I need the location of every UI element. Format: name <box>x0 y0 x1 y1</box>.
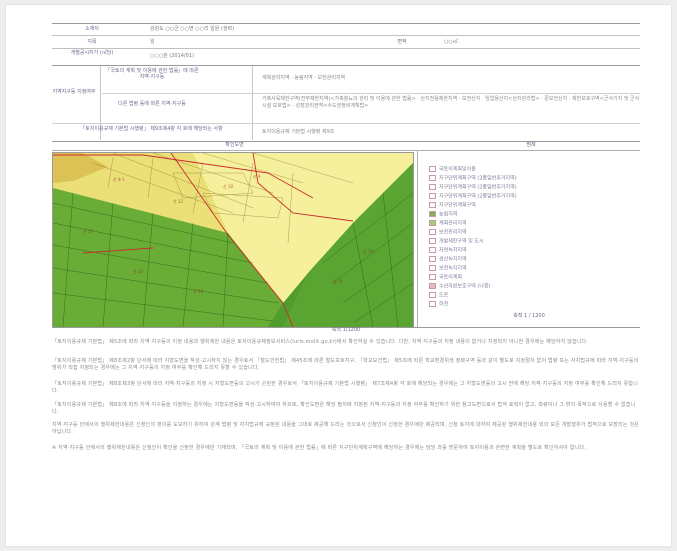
map-caption: 축척 1/1200 <box>331 327 361 333</box>
legend-title: 범례 <box>526 142 536 148</box>
enforcement-decree-label: 「토지이용규제 기본법 시행령」 제9조제4항 각 호에 해당되는 사항 <box>80 126 223 132</box>
legend-label: 자연녹지지역 <box>439 247 467 254</box>
other-law-zones-label: 다른 법령 등에 따른 지역·지구등 <box>118 101 186 107</box>
legend-label: 국토의계획 <box>439 274 463 281</box>
legend-item: 수산자원보호구역 (나중) <box>429 283 491 290</box>
note-paragraph: 지역·지구등 안에서의 행위제한내용은 신청인의 편의를 도모하기 위하여 관계… <box>52 422 640 435</box>
area-value: ○○㎡ <box>444 39 458 45</box>
note-paragraph: ※ 지역·지구등 안에서의 행위제한내용은 신청인이 확인을 신청한 경우에만 … <box>52 445 587 451</box>
legend-item: 지구단위계획구역 (2종일반주거지역) <box>429 184 517 191</box>
row-divider <box>52 65 640 66</box>
svg-text:산 17: 산 17 <box>83 228 93 234</box>
document-page: 소재지 강원도 ○○군 ○○면 ○○리 일원 (생략) 지목 임 면적 ○○㎡ … <box>6 5 671 546</box>
legend-swatch <box>429 265 436 271</box>
legend-swatch <box>429 202 436 208</box>
legend-swatch <box>429 175 436 181</box>
cadastral-map: 산 8-1 산 12 산 10 산 17 산 23 산 25 산 31 산 29 산 9 <box>52 152 414 328</box>
legend-swatch <box>429 220 436 226</box>
other-law-zones-value: 가축사육제한구역(전부제한지역)<가축분뇨의 관리 및 이용에 관한 법률> ·… <box>262 96 640 109</box>
map-title: 확인도면 <box>225 142 244 148</box>
legend-label: 생산녹지지역 <box>439 256 467 263</box>
area-label: 면적 <box>397 39 407 45</box>
national-law-zones-value: 계획관리지역 · 농림지역 · 보전관리지역 <box>262 75 346 81</box>
legend-item: 보전녹지지역 <box>429 265 467 272</box>
note-paragraph: 「토지이용규제 기본법」 제5조에 따라 지역·지구등의 지정 내용과 행위제한… <box>52 339 589 345</box>
svg-text:산 10: 산 10 <box>223 183 233 189</box>
svg-text:산 23: 산 23 <box>133 268 143 274</box>
national-law-zones-label: 「국토의 계획 및 이용에 관한 법률」에 따른 지역·지구등 <box>105 68 199 80</box>
row-divider <box>102 93 640 94</box>
legend-swatch <box>429 238 436 244</box>
legend-item: 지구단위계획구역 <box>429 202 476 209</box>
legend-label: 지구단위계획구역 (2종일반주거지역) <box>439 184 517 191</box>
legend-swatch <box>429 166 436 172</box>
legend-item: 생산녹지지역 <box>429 256 467 263</box>
legend-label: 계획관리지역 <box>439 220 467 227</box>
location-label: 소재지 <box>85 26 99 32</box>
svg-text:산 8-1: 산 8-1 <box>113 176 125 182</box>
table-top-border <box>52 23 640 24</box>
note-paragraph: 「토지이용규제 기본법」 제8조제3항 단서에 따라 지역·지구등의 지정 시 … <box>52 381 638 394</box>
legend-swatch <box>429 292 436 298</box>
legend-label: 농림지역 <box>439 211 458 218</box>
zoning-section-label: 지역지구등 지정여부 <box>52 89 96 95</box>
legend-swatch <box>429 301 436 307</box>
column-divider <box>252 66 253 140</box>
legend-swatch <box>429 211 436 217</box>
svg-text:산 9: 산 9 <box>253 173 261 179</box>
legend-item: 국토의계획 <box>429 274 462 281</box>
svg-text:산 31: 산 31 <box>333 278 343 284</box>
legend-item: 지구단위계획구역 (2종일반주거지역) <box>429 193 517 200</box>
land-category-value: 임 <box>150 39 155 45</box>
row-divider <box>52 48 640 49</box>
location-value: 강원도 ○○군 ○○면 ○○리 일원 (생략) <box>150 26 235 32</box>
legend-swatch <box>429 256 436 262</box>
legend-label: 하천 <box>439 301 449 308</box>
legend-label: 국토의계획및이용 <box>439 166 476 173</box>
land-price-value: ○○○원 (2014/01) <box>150 53 194 59</box>
row-divider <box>52 150 640 151</box>
legend-swatch <box>429 193 436 199</box>
land-category-label: 지목 <box>87 39 97 45</box>
row-divider <box>52 35 640 36</box>
legend-item: 개발제한구역 및 도시 <box>429 238 484 245</box>
legend-swatch <box>429 184 436 190</box>
legend-item: 농림지역 <box>429 211 457 218</box>
legend-item: 자연녹지지역 <box>429 247 467 254</box>
legend-label: 보전관리지역 <box>439 229 467 236</box>
land-price-label: 개별공시지가 (㎡당) <box>70 50 114 56</box>
legend-item: 도로 <box>429 292 448 299</box>
svg-text:산 29: 산 29 <box>363 248 373 254</box>
legend-label: 보전녹지지역 <box>439 265 467 272</box>
legend-swatch <box>429 283 436 289</box>
legend-label: 도로 <box>439 292 449 299</box>
legend-item: 하천 <box>429 301 448 308</box>
note-paragraph: 「토지이용규제 기본법」 제8조에 따라 지역·지구등을 지정하는 경우에는 지… <box>52 402 636 415</box>
enforcement-decree-value: 토지이용규제 기본법 시행령 제9조 <box>262 129 335 135</box>
note-paragraph: 「토지이용규제 기본법」 제8조제2항 단서에 따라 지형도면을 작성·고시하지… <box>52 358 639 371</box>
svg-text:산 12: 산 12 <box>173 198 183 204</box>
legend-label: 지구단위계획구역 <box>439 202 476 209</box>
legend-item: 국토의계획및이용 <box>429 166 476 173</box>
legend-label: 수산자원보호구역 (나중) <box>439 283 491 290</box>
cadastral-map-svg: 산 8-1 산 12 산 10 산 17 산 23 산 25 산 31 산 29 산 9 <box>53 153 413 327</box>
legend-label: 개발제한구역 및 도시 <box>439 238 484 245</box>
column-divider <box>417 150 418 327</box>
row-divider <box>52 123 640 124</box>
legend-item: 지구단위계획구역 (2종일반주거지역) <box>429 175 517 182</box>
legend-label: 지구단위계획구역 (2종일반주거지역) <box>439 175 517 182</box>
legend-swatch <box>429 229 436 235</box>
scale-label: 축척 1 / 1200 <box>513 313 545 319</box>
legend-item: 보전관리지역 <box>429 229 467 236</box>
legend-item: 계획관리지역 <box>429 220 467 227</box>
svg-text:산 25: 산 25 <box>193 288 203 294</box>
legend-swatch <box>429 247 436 253</box>
legend-label: 지구단위계획구역 (2종일반주거지역) <box>439 193 517 200</box>
legend-swatch <box>429 274 436 280</box>
